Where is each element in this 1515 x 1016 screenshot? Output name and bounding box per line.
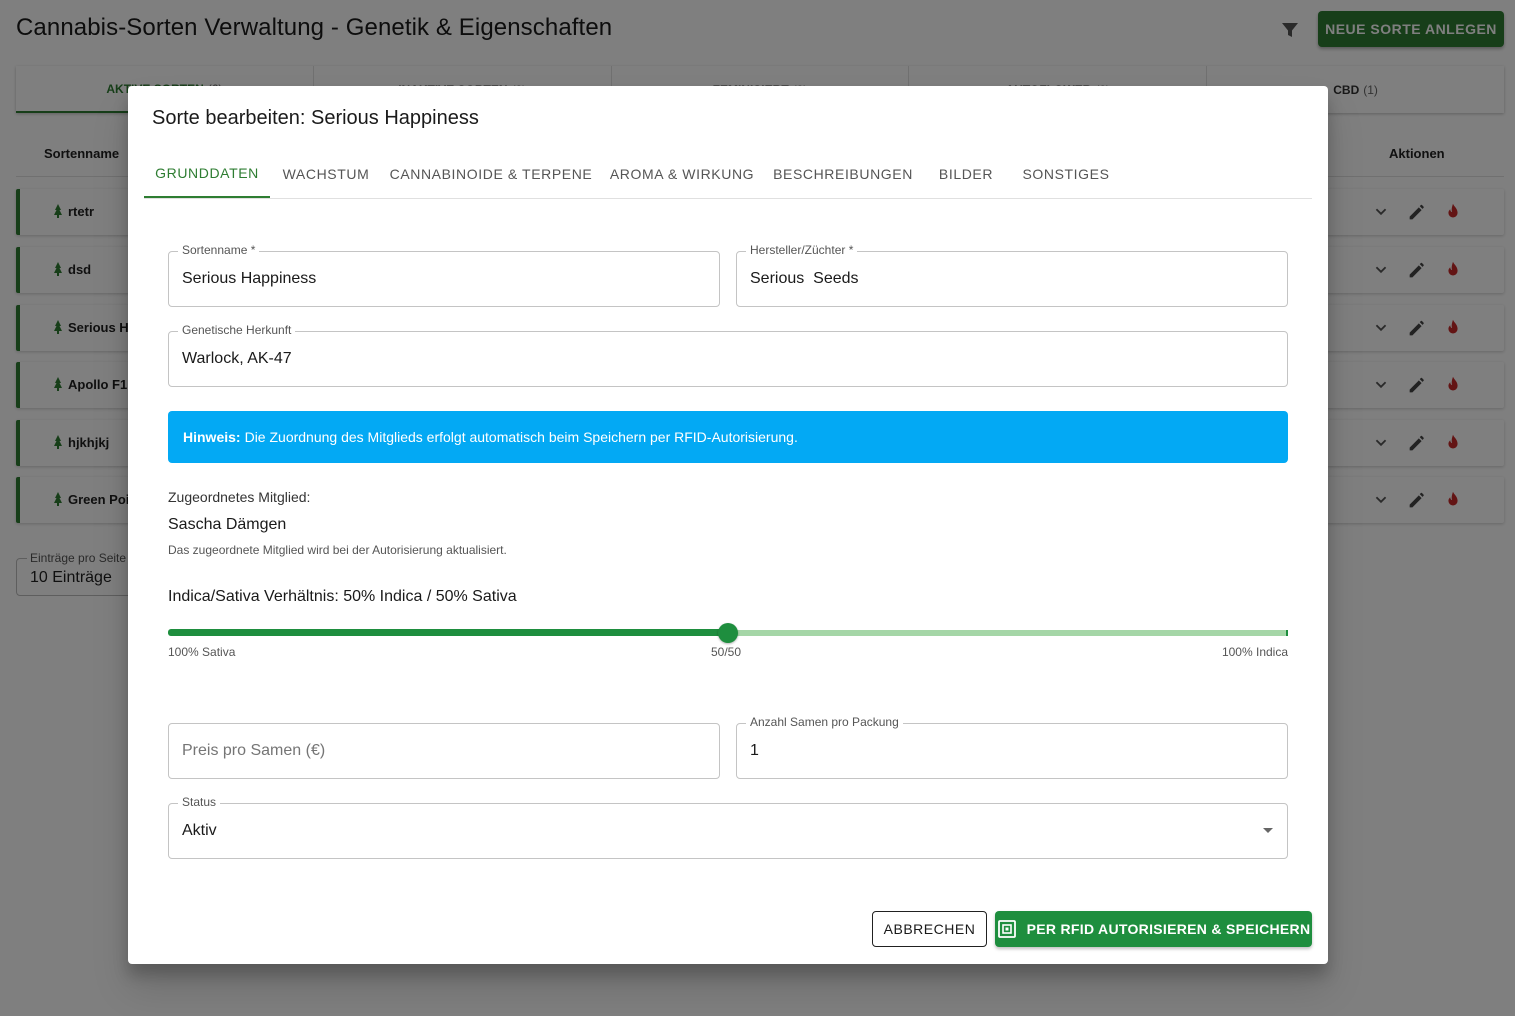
mark-label-sativa: 100% Sativa bbox=[168, 645, 236, 659]
tab-beschreibungen[interactable]: BESCHREIBUNGEN bbox=[764, 150, 922, 198]
tab-cannabinoide-terpene[interactable]: CANNABINOIDE & TERPENE bbox=[382, 150, 600, 198]
tab-sonstiges[interactable]: SONSTIGES bbox=[1010, 150, 1122, 198]
indica-sativa-slider[interactable] bbox=[168, 623, 1288, 643]
strain-name-label: Sortenname * bbox=[178, 243, 260, 257]
rfid-icon bbox=[997, 920, 1016, 938]
rfid-save-button[interactable]: PER RFID AUTORISIEREN & SPEICHERN bbox=[995, 911, 1312, 947]
status-label: Status bbox=[178, 795, 221, 809]
member-label: Zugeordnetes Mitglied: bbox=[168, 489, 311, 505]
tab-grunddaten[interactable]: GRUNDDATEN bbox=[144, 150, 270, 198]
slider-track bbox=[168, 629, 728, 636]
genetics-field[interactable]: Genetische Herkunft Warlock, AK-47 bbox=[168, 323, 1288, 387]
dialog-tabs: GRUNDDATEN WACHSTUM CANNABINOIDE & TERPE… bbox=[144, 150, 1312, 199]
info-alert: Hinweis: Die Zuordnung des Mitglieds erf… bbox=[168, 411, 1288, 463]
seeds-per-pack-field[interactable]: Anzahl Samen pro Packung 1 bbox=[736, 715, 1288, 779]
tab-wachstum[interactable]: WACHSTUM bbox=[270, 150, 382, 198]
tab-aroma-wirkung[interactable]: AROMA & WIRKUNG bbox=[600, 150, 764, 198]
mark-label-indica: 100% Indica bbox=[1221, 645, 1288, 659]
slider-thumb[interactable] bbox=[718, 623, 738, 643]
seeds-per-pack-label: Anzahl Samen pro Packung bbox=[746, 715, 903, 729]
dialog-title: Sorte bearbeiten: Serious Happiness bbox=[152, 107, 479, 129]
mark-label-center: 50/50 bbox=[711, 645, 742, 659]
tab-bilder[interactable]: BILDER bbox=[922, 150, 1010, 198]
breeder-label: Hersteller/Züchter * bbox=[746, 243, 858, 257]
status-value: Aktiv bbox=[182, 822, 217, 839]
price-field[interactable] bbox=[168, 723, 720, 779]
strain-name-field[interactable]: Sortenname * Serious Happiness bbox=[168, 243, 720, 307]
genetics-value: Warlock, AK-47 bbox=[182, 350, 292, 367]
seeds-per-pack-value: 1 bbox=[750, 742, 759, 759]
price-input[interactable] bbox=[182, 742, 650, 760]
edit-strain-dialog: Sorte bearbeiten: Serious Happiness GRUN… bbox=[128, 86, 1328, 964]
ratio-label: Indica/Sativa Verhältnis: 50% Indica / 5… bbox=[168, 588, 517, 605]
cancel-button[interactable]: ABBRECHEN bbox=[872, 911, 987, 947]
breeder-value: Serious Seeds bbox=[750, 270, 859, 287]
status-select[interactable]: Status Aktiv bbox=[168, 795, 1288, 859]
strain-name-value: Serious Happiness bbox=[182, 270, 317, 287]
info-text: Die Zuordnung des Mitglieds erfolgt auto… bbox=[244, 429, 798, 445]
dropdown-arrow-icon[interactable] bbox=[1263, 828, 1273, 833]
info-title: Hinweis: bbox=[183, 429, 241, 445]
genetics-label: Genetische Herkunft bbox=[178, 323, 296, 337]
breeder-field[interactable]: Hersteller/Züchter * Serious Seeds bbox=[736, 243, 1288, 307]
rfid-save-label: PER RFID AUTORISIEREN & SPEICHERN bbox=[1026, 921, 1311, 937]
slider-end-mark bbox=[1286, 630, 1288, 636]
member-name: Sascha Dämgen bbox=[168, 516, 287, 533]
member-hint: Das zugeordnete Mitglied wird bei der Au… bbox=[168, 543, 507, 557]
